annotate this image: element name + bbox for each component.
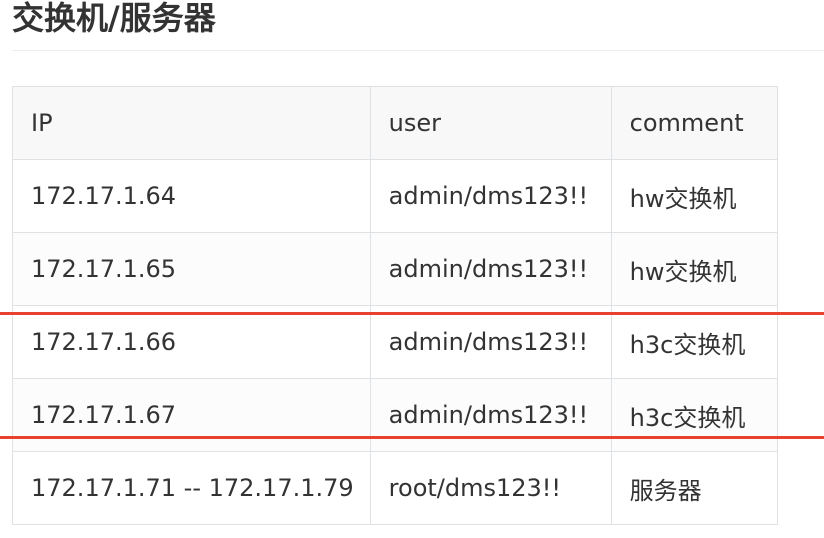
table-row: 172.17.1.66 admin/dms123!! h3c交换机 (12, 305, 778, 379)
user-cell: root/dms123!! (369, 451, 612, 525)
column-header-comment: comment (610, 86, 778, 160)
ip-cell: 172.17.1.71 -- 172.17.1.79 (12, 451, 371, 525)
table-row: 172.17.1.71 -- 172.17.1.79 root/dms123!!… (12, 451, 778, 525)
table-row: 172.17.1.67 admin/dms123!! h3c交换机 (12, 378, 778, 452)
column-header-ip: IP (12, 86, 371, 160)
ip-cell: 172.17.1.66 (12, 305, 371, 379)
comment-cell: hw交换机 (610, 232, 778, 306)
comment-cell: h3c交换机 (610, 305, 778, 379)
user-cell: admin/dms123!! (369, 378, 612, 452)
ip-cell: 172.17.1.65 (12, 232, 371, 306)
table-row: 172.17.1.64 admin/dms123!! hw交换机 (12, 159, 778, 233)
comment-cell: h3c交换机 (610, 378, 778, 452)
user-cell: admin/dms123!! (369, 232, 612, 306)
highlight-line-bottom (0, 436, 824, 439)
comment-cell: hw交换机 (610, 159, 778, 233)
comment-cell: 服务器 (610, 451, 778, 525)
user-cell: admin/dms123!! (369, 159, 612, 233)
page-title: 交换机/服务器 (12, 0, 216, 37)
table-header-row: IP user comment (12, 86, 778, 160)
credentials-table: IP user comment 172.17.1.64 admin/dms123… (12, 86, 778, 525)
heading-divider (12, 50, 824, 51)
ip-cell: 172.17.1.64 (12, 159, 371, 233)
table-row: 172.17.1.65 admin/dms123!! hw交换机 (12, 232, 778, 306)
column-header-user: user (369, 86, 612, 160)
highlight-line-top (0, 312, 824, 315)
user-cell: admin/dms123!! (369, 305, 612, 379)
ip-cell: 172.17.1.67 (12, 378, 371, 452)
